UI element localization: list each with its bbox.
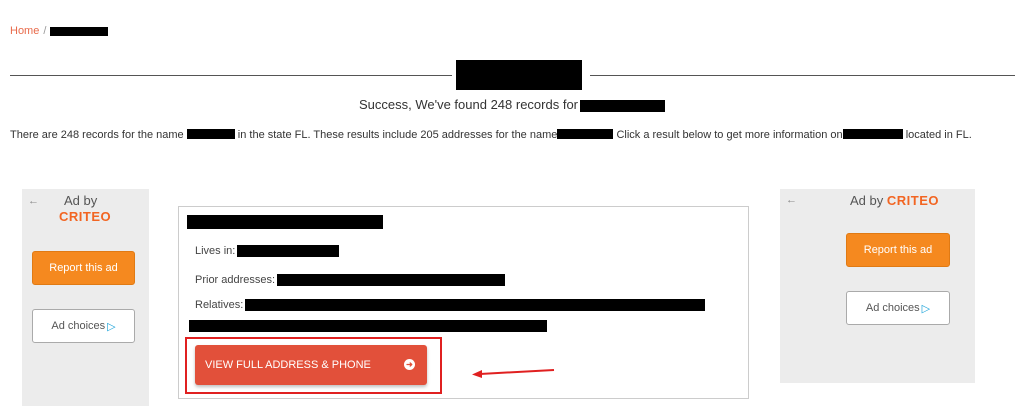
result-name-redacted — [187, 215, 383, 229]
relatives-redacted-2 — [189, 320, 547, 332]
arrow-circle-right-icon: ➜ — [404, 359, 415, 370]
ad-choices-button[interactable]: Ad choices ▷ — [32, 309, 135, 343]
ad-choices-label: Ad choices — [51, 320, 106, 332]
report-ad-button[interactable]: Report this ad — [32, 251, 135, 285]
view-full-address-button[interactable]: VIEW FULL ADDRESS & PHONE ➜ — [195, 345, 427, 385]
success-text: Success, We've found 248 records for — [358, 97, 579, 112]
intro-part-2: in the state FL. These results include 2… — [237, 129, 558, 141]
lives-in-redacted — [237, 245, 340, 257]
intro-name-redacted-2 — [557, 129, 614, 139]
success-message: Success, We've found 248 records for — [0, 97, 1024, 112]
ad-panel-left: ← Ad by CRITEO Report this ad Ad choices… — [22, 189, 149, 406]
lives-in-label: Lives in: — [195, 245, 236, 257]
success-name-redacted — [580, 99, 666, 112]
annotation-arrow-icon — [472, 369, 555, 378]
breadcrumb-home-link[interactable]: Home — [10, 25, 39, 37]
ad-by-text: Ad by — [850, 193, 884, 208]
ad-choices-icon: ▷ — [921, 302, 931, 315]
intro-part-4: located in FL. — [905, 129, 972, 141]
ad-by-label: Ad by — [64, 193, 98, 208]
title-rule-left — [10, 75, 452, 76]
page-title-redacted — [456, 60, 582, 90]
report-ad-button[interactable]: Report this ad — [846, 233, 950, 267]
title-rule-right — [590, 75, 1015, 76]
relatives-row: Relatives: — [195, 299, 706, 311]
criteo-logo: CRITEO — [886, 193, 939, 208]
ad-by-label: Ad by CRITEO — [850, 193, 939, 208]
view-full-address-label: VIEW FULL ADDRESS & PHONE — [205, 359, 371, 371]
intro-part-3: Click a result below to get more informa… — [616, 129, 843, 141]
ad-back-arrow-icon[interactable]: ← — [28, 195, 39, 207]
ad-choices-button[interactable]: Ad choices ▷ — [846, 291, 950, 325]
ad-panel-right: ← Ad by CRITEO Report this ad Ad choices… — [780, 189, 975, 383]
criteo-logo: CRITEO — [59, 209, 112, 224]
relatives-label: Relatives: — [195, 299, 244, 311]
prior-addresses-row: Prior addresses: — [195, 274, 506, 286]
prior-addresses-redacted — [277, 274, 506, 286]
relatives-redacted-1 — [245, 299, 706, 311]
ad-choices-icon: ▷ — [107, 320, 116, 333]
ad-back-arrow-icon[interactable]: ← — [786, 194, 797, 206]
intro-name-redacted-1 — [186, 129, 235, 139]
breadcrumb-separator: / — [43, 25, 47, 37]
prior-addresses-label: Prior addresses: — [195, 274, 276, 286]
ad-choices-label: Ad choices — [865, 302, 920, 314]
intro-paragraph: There are 248 records for the name in th… — [10, 128, 1015, 143]
intro-part-1: There are 248 records for the name — [10, 129, 184, 141]
breadcrumb-current-redacted — [50, 26, 109, 36]
lives-in-row: Lives in: — [195, 245, 340, 257]
intro-name-redacted-3 — [842, 129, 903, 139]
breadcrumb: Home / — [10, 25, 109, 37]
